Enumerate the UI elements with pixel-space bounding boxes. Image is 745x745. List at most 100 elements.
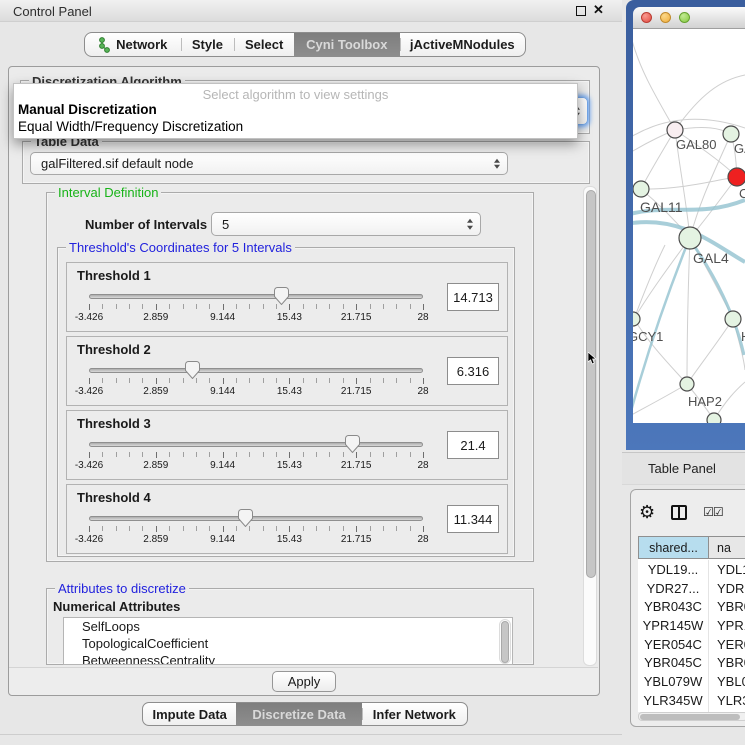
attribute-list-item[interactable]: BetweennessCentrality xyxy=(64,652,512,665)
control-panel-titlebar xyxy=(0,0,622,22)
control-panel-title: Control Panel xyxy=(13,4,92,19)
table-data-combobox[interactable]: galFiltered.sif default node xyxy=(30,152,508,175)
thresholds-group: Threshold's Coordinates for 5 Intervals … xyxy=(57,247,515,557)
slider-ticks xyxy=(89,526,423,533)
popup-item-equal-width-frequency[interactable]: Equal Width/Frequency Discretization xyxy=(14,118,577,135)
network-node-label: H xyxy=(741,329,745,344)
network-node[interactable] xyxy=(723,126,739,142)
column-header-shared-name[interactable]: shared... xyxy=(638,536,709,559)
network-canvas[interactable]: GAL80GACGAL11GAL4GCY1HHAP2 xyxy=(633,29,745,423)
numerical-attributes-list[interactable]: SelfLoopsTopologicalCoefficientBetweenne… xyxy=(63,617,513,665)
tab-select[interactable]: Select xyxy=(234,33,294,56)
select-columns-icon[interactable]: ☑☑ xyxy=(703,505,723,519)
apply-button[interactable]: Apply xyxy=(272,671,336,692)
table-row[interactable]: YPR145WYPR1 xyxy=(638,616,745,635)
table-panel-title: Table Panel xyxy=(648,461,716,476)
combo-stepper-icon xyxy=(467,219,473,230)
numerical-attributes-label: Numerical Attributes xyxy=(53,599,180,614)
slider-handle[interactable] xyxy=(185,361,200,379)
table-panel-container: ⚙ ☑☑ shared... na YDL19...YDL1YDR27...YD… xyxy=(630,489,745,727)
threshold-4-slider[interactable]: -3.4262.8599.14415.4321.71528 xyxy=(89,509,423,551)
network-node-label: GAL80 xyxy=(676,137,716,152)
threshold-4-value[interactable]: 11.344 xyxy=(447,505,499,533)
attributes-group-title: Attributes to discretize xyxy=(55,581,189,596)
threshold-2-slider[interactable]: -3.4262.8599.14415.4321.71528 xyxy=(89,361,423,403)
threshold-3-row: Threshold 3 -3.4262.8599.14415.4321.7152… xyxy=(66,410,508,480)
slider-ticks xyxy=(89,452,423,459)
table-row[interactable]: YBR045CYBR0 xyxy=(638,653,745,672)
thresholds-group-title: Threshold's Coordinates for 5 Intervals xyxy=(66,240,295,255)
attribute-list-item[interactable]: TopologicalCoefficient xyxy=(64,635,512,652)
network-node[interactable] xyxy=(679,227,701,249)
network-node[interactable] xyxy=(725,311,741,327)
tab-jactivemnodules[interactable]: jActiveMNodules xyxy=(400,33,525,56)
attributes-group: Attributes to discretize Numerical Attri… xyxy=(46,588,534,665)
table-row[interactable]: YBR043CYBR0 xyxy=(638,597,745,616)
threshold-2-value[interactable]: 6.316 xyxy=(447,357,499,385)
slider-ticks xyxy=(89,378,423,385)
tab-impute-data[interactable]: Impute Data xyxy=(143,703,236,725)
threshold-2-row: Threshold 2 -3.4262.8599.14415.4321.7152… xyxy=(66,336,508,406)
slider-track[interactable] xyxy=(89,442,423,447)
table-row[interactable]: YDL19...YDL1 xyxy=(638,560,745,579)
threshold-3-value[interactable]: 21.4 xyxy=(447,431,499,459)
attribute-list-item[interactable]: SelfLoops xyxy=(64,618,512,635)
zoom-traffic-light-icon[interactable] xyxy=(679,12,690,23)
network-icon xyxy=(98,37,111,53)
popup-prompt: Select algorithm to view settings xyxy=(14,84,577,101)
slider-handle[interactable] xyxy=(274,287,289,305)
tab-style[interactable]: Style xyxy=(181,33,235,56)
network-window-titlebar[interactable] xyxy=(633,7,745,29)
close-traffic-light-icon[interactable] xyxy=(641,12,652,23)
network-node-label: GAL4 xyxy=(693,250,729,266)
number-of-intervals-value: 5 xyxy=(222,217,229,232)
network-node[interactable] xyxy=(633,312,640,326)
table-row[interactable]: YDR27...YDR2 xyxy=(638,579,745,598)
column-header-name[interactable]: na xyxy=(709,536,745,559)
network-node-label: GA xyxy=(734,141,745,156)
network-node[interactable] xyxy=(707,413,721,423)
cyni-bottom-tabs: Impute Data Discretize Data Infer Networ… xyxy=(142,702,468,726)
threshold-3-slider[interactable]: -3.4262.8599.14415.4321.71528 xyxy=(89,435,423,477)
threshold-1-slider[interactable]: -3.4262.8599.14415.4321.71528 xyxy=(89,287,423,329)
minimize-traffic-light-icon[interactable] xyxy=(660,12,671,23)
close-icon[interactable]: ✕ xyxy=(593,2,604,18)
threshold-1-row: Threshold 1 -3.4262.8599.14415.4321.7152… xyxy=(66,262,508,332)
network-node[interactable] xyxy=(633,181,649,197)
tab-infer-network[interactable]: Infer Network xyxy=(362,703,467,725)
table-horizontal-scrollbar[interactable] xyxy=(638,712,745,721)
table-row[interactable]: YLR345WYLR3 xyxy=(638,691,745,710)
slider-track[interactable] xyxy=(89,516,423,521)
slider-track[interactable] xyxy=(89,294,423,299)
interval-definition-title: Interval Definition xyxy=(55,185,161,200)
tab-cyni-toolbox[interactable]: Cyni Toolbox xyxy=(294,33,400,56)
popup-item-manual-discretization[interactable]: Manual Discretization xyxy=(14,101,577,118)
network-node[interactable] xyxy=(680,377,694,391)
network-node[interactable] xyxy=(667,122,683,138)
number-of-intervals-combobox[interactable]: 5 xyxy=(211,212,481,236)
network-node[interactable] xyxy=(728,168,745,186)
slider-handle[interactable] xyxy=(345,435,360,453)
interval-definition-group: Interval Definition Number of Intervals … xyxy=(46,192,534,562)
tab-network[interactable]: Network xyxy=(85,33,181,56)
table-row[interactable]: YER054CYER0 xyxy=(638,635,745,654)
float-window-icon[interactable] xyxy=(576,6,586,16)
network-node-label: GAL11 xyxy=(640,199,683,215)
panel-scrollbar[interactable] xyxy=(583,186,597,666)
node-table[interactable]: shared... na YDL19...YDL1YDR27...YDR2YBR… xyxy=(638,536,745,712)
gear-icon[interactable]: ⚙ xyxy=(639,503,655,521)
mouse-cursor xyxy=(588,352,598,365)
slider-track[interactable] xyxy=(89,368,423,373)
tab-discretize-data[interactable]: Discretize Data xyxy=(236,703,361,725)
table-toolbar: ⚙ ☑☑ xyxy=(639,498,723,526)
control-panel-tabs: Network Style Select Cyni Toolbox jActiv… xyxy=(84,32,526,57)
table-body[interactable]: YDL19...YDL1YDR27...YDR2YBR043CYBR0YPR14… xyxy=(638,560,745,712)
table-row[interactable]: YBL079WYBL0 xyxy=(638,672,745,691)
network-node-label: GCY1 xyxy=(633,329,663,344)
list-scrollbar[interactable] xyxy=(499,619,511,664)
threshold-1-value[interactable]: 14.713 xyxy=(447,283,499,311)
split-view-icon[interactable] xyxy=(671,505,687,520)
combo-stepper-icon xyxy=(494,158,500,169)
algorithm-popup-list: Select algorithm to view settings Manual… xyxy=(13,83,578,139)
slider-handle[interactable] xyxy=(238,509,253,527)
